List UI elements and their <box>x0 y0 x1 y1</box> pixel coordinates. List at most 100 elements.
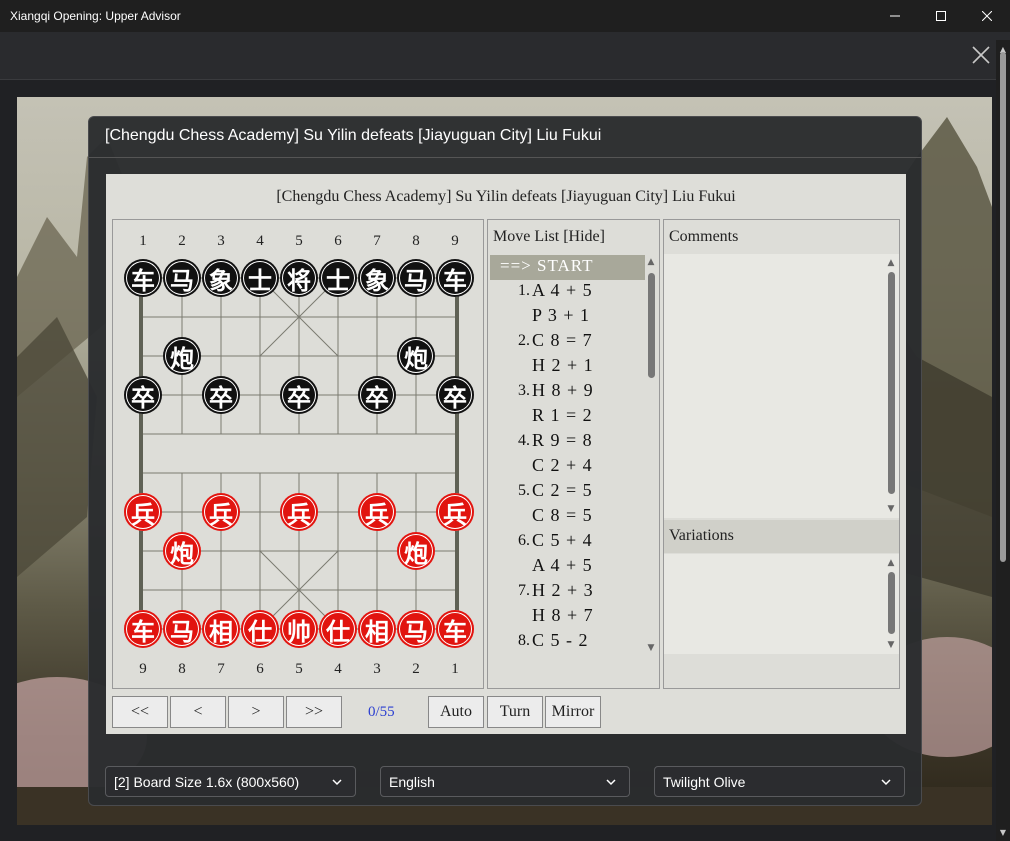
move-row[interactable]: 6. C 5 + 4 <box>490 530 645 555</box>
next-move-button[interactable]: > <box>228 696 284 728</box>
black-horse[interactable]: 马 <box>397 259 435 297</box>
move-row[interactable]: C 8 = 5 <box>490 505 645 530</box>
first-move-button[interactable]: << <box>112 696 168 728</box>
xiangqi-board[interactable]: 1 2 3 4 5 6 7 8 9 9 8 7 6 5 4 3 2 1 车 马 … <box>112 219 484 689</box>
variations-list[interactable] <box>664 554 899 654</box>
move-row[interactable]: 1. A 4 + 5 <box>490 280 645 305</box>
black-soldier[interactable]: 卒 <box>358 376 396 414</box>
scroll-thumb[interactable] <box>648 273 655 378</box>
file-number: 9 <box>451 233 459 249</box>
file-number: 7 <box>217 661 225 677</box>
move-text: C 2 = 5 <box>532 480 593 500</box>
mirror-board-button[interactable]: Mirror <box>545 696 601 728</box>
turn-board-button[interactable]: Turn <box>487 696 543 728</box>
red-horse[interactable]: 马 <box>397 610 435 648</box>
language-select[interactable]: English <box>380 766 630 797</box>
red-elephant[interactable]: 相 <box>358 610 396 648</box>
scroll-thumb[interactable] <box>888 572 895 634</box>
black-advisor[interactable]: 士 <box>319 259 357 297</box>
board-size-value: [2] Board Size 1.6x (800x560) <box>114 773 300 790</box>
scroll-up-icon[interactable]: ▲ <box>646 257 656 267</box>
variations-scrollbar[interactable]: ▲ ▼ <box>886 556 896 652</box>
move-text: P 3 + 1 <box>532 305 590 325</box>
move-start[interactable]: ==> START <box>490 255 645 280</box>
move-row[interactable]: P 3 + 1 <box>490 305 645 330</box>
move-list-header[interactable]: Move List [Hide] <box>493 228 605 246</box>
move-row[interactable]: R 1 = 2 <box>490 405 645 430</box>
red-soldier[interactable]: 兵 <box>436 493 474 531</box>
theme-select[interactable]: Twilight Olive <box>654 766 905 797</box>
scroll-thumb[interactable] <box>888 272 895 494</box>
red-soldier[interactable]: 兵 <box>280 493 318 531</box>
red-chariot[interactable]: 车 <box>124 610 162 648</box>
move-row[interactable]: 4. R 9 = 8 <box>490 430 645 455</box>
black-cannon[interactable]: 炮 <box>397 337 435 375</box>
theme-value: Twilight Olive <box>663 773 746 790</box>
move-row[interactable]: 8. C 5 - 2 <box>490 630 645 655</box>
minimize-button[interactable] <box>872 0 918 32</box>
red-elephant[interactable]: 相 <box>202 610 240 648</box>
move-row[interactable]: C 2 + 4 <box>490 455 645 480</box>
title-bar: Xiangqi Opening: Upper Advisor <box>0 0 1010 32</box>
move-row[interactable]: 7. H 2 + 3 <box>490 580 645 605</box>
red-advisor[interactable]: 仕 <box>319 610 357 648</box>
red-soldier[interactable]: 兵 <box>358 493 396 531</box>
move-row[interactable]: 2. C 8 = 7 <box>490 330 645 355</box>
window-scrollbar[interactable]: ▲ ▼ <box>996 40 1010 841</box>
move-list[interactable]: ==> START 1. A 4 + 5 P 3 + 1 2. C 8 = 7 H … <box>490 255 645 655</box>
move-list-scrollbar[interactable]: ▲ ▼ <box>646 255 656 655</box>
black-soldier[interactable]: 卒 <box>124 376 162 414</box>
prev-move-button[interactable]: < <box>170 696 226 728</box>
black-soldier[interactable]: 卒 <box>202 376 240 414</box>
move-text: H 2 + 1 <box>532 355 594 375</box>
scroll-down-icon[interactable]: ▼ <box>646 643 656 653</box>
move-row[interactable]: H 2 + 1 <box>490 355 645 380</box>
move-row[interactable]: 5. C 2 = 5 <box>490 480 645 505</box>
red-soldier[interactable]: 兵 <box>124 493 162 531</box>
move-row[interactable]: 3. H 8 + 9 <box>490 380 645 405</box>
move-number: 3. <box>518 382 530 399</box>
move-list-panel: Move List [Hide] ==> START 1. A 4 + 5 P 3… <box>487 219 660 689</box>
red-soldier[interactable]: 兵 <box>202 493 240 531</box>
board-size-select[interactable]: [2] Board Size 1.6x (800x560) <box>105 766 356 797</box>
scroll-up-icon[interactable]: ▲ <box>886 258 896 268</box>
comments-textarea[interactable] <box>664 254 899 518</box>
maximize-icon <box>936 11 946 21</box>
black-advisor[interactable]: 士 <box>241 259 279 297</box>
close-overlay-icon[interactable] <box>970 44 992 66</box>
file-number: 5 <box>295 233 303 249</box>
move-number: 2. <box>518 332 530 349</box>
scroll-down-icon[interactable]: ▼ <box>886 504 896 514</box>
move-row[interactable]: A 4 + 5 <box>490 555 645 580</box>
auto-play-button[interactable]: Auto <box>428 696 484 728</box>
black-elephant[interactable]: 象 <box>358 259 396 297</box>
black-soldier[interactable]: 卒 <box>436 376 474 414</box>
black-chariot[interactable]: 车 <box>124 259 162 297</box>
game-dialog: [Chengdu Chess Academy] Su Yilin defeats… <box>88 116 922 806</box>
move-row[interactable]: H 8 + 7 <box>490 605 645 630</box>
maximize-button[interactable] <box>918 0 964 32</box>
minimize-icon <box>890 15 900 17</box>
red-cannon[interactable]: 炮 <box>163 532 201 570</box>
black-cannon[interactable]: 炮 <box>163 337 201 375</box>
black-horse[interactable]: 马 <box>163 259 201 297</box>
red-advisor[interactable]: 仕 <box>241 610 279 648</box>
black-general[interactable]: 将 <box>280 259 318 297</box>
move-text: H 8 + 7 <box>532 605 594 625</box>
black-soldier[interactable]: 卒 <box>280 376 318 414</box>
comments-scrollbar[interactable]: ▲ ▼ <box>886 256 896 516</box>
scroll-up-icon[interactable]: ▲ <box>886 558 896 568</box>
black-elephant[interactable]: 象 <box>202 259 240 297</box>
close-window-button[interactable] <box>964 0 1010 32</box>
file-number: 3 <box>373 661 381 677</box>
scroll-thumb[interactable] <box>1000 52 1006 562</box>
red-chariot[interactable]: 车 <box>436 610 474 648</box>
scroll-down-icon[interactable]: ▼ <box>999 829 1007 837</box>
red-cannon[interactable]: 炮 <box>397 532 435 570</box>
last-move-button[interactable]: >> <box>286 696 342 728</box>
game-panel: [Chengdu Chess Academy] Su Yilin defeats… <box>106 174 906 734</box>
red-general[interactable]: 帅 <box>280 610 318 648</box>
red-horse[interactable]: 马 <box>163 610 201 648</box>
scroll-down-icon[interactable]: ▼ <box>886 640 896 650</box>
black-chariot[interactable]: 车 <box>436 259 474 297</box>
